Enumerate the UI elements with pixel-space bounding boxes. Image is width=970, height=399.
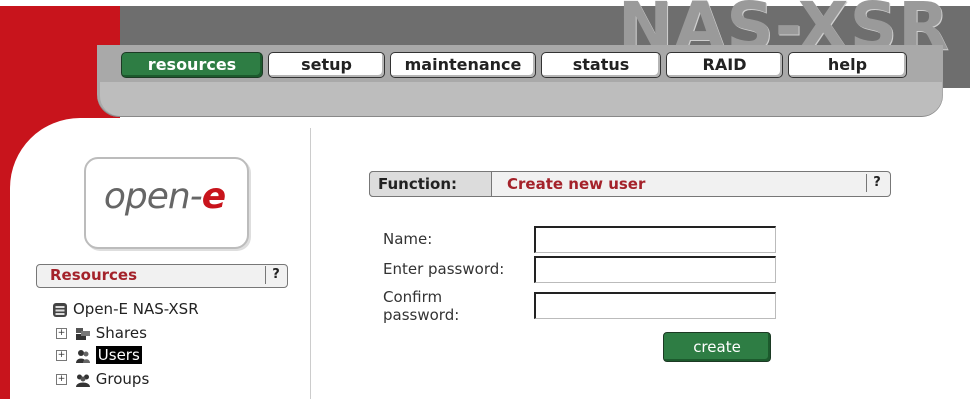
confirm-password-label: Confirm password: [383, 288, 459, 324]
name-label: Name: [383, 230, 433, 248]
tab-raid[interactable]: RAID [666, 52, 783, 78]
function-name: Create new user [507, 175, 646, 193]
shares-icon [75, 327, 90, 340]
resources-tree: Open-E NAS-XSR + Shares + Users + Groups [52, 298, 292, 394]
open-e-logo: open-e [84, 176, 245, 217]
tree-root-label: Open-E NAS-XSR [73, 300, 199, 318]
tree-item-label-selected: Users [95, 346, 142, 364]
logo-prefix: open- [103, 176, 203, 217]
tab-help[interactable]: help [788, 52, 907, 78]
groups-icon [75, 374, 90, 387]
name-input[interactable] [534, 226, 776, 253]
confirm-label-line1: Confirm [383, 288, 443, 306]
function-label: Function: [378, 175, 458, 193]
tab-setup[interactable]: setup [268, 52, 385, 78]
resources-help-button[interactable]: ? [265, 266, 286, 284]
server-icon [53, 302, 67, 317]
expand-icon[interactable]: + [56, 350, 67, 361]
password-label: Enter password: [383, 260, 505, 278]
tree-item-label: Groups [95, 370, 150, 388]
function-help-button[interactable]: ? [866, 174, 887, 192]
resources-title: Resources [50, 266, 138, 284]
expand-icon[interactable]: + [56, 328, 67, 339]
tab-strip-shadow [100, 82, 942, 116]
panel-divider [310, 128, 311, 399]
confirm-password-input[interactable] [534, 292, 776, 319]
tab-status[interactable]: status [541, 52, 661, 78]
tree-item-users[interactable]: + Users [56, 344, 142, 366]
create-button[interactable]: create [663, 332, 771, 362]
tab-maintenance[interactable]: maintenance [390, 52, 536, 78]
logo-accent: e [201, 176, 226, 217]
tree-item-label: Shares [95, 324, 147, 342]
confirm-label-line2: password: [383, 306, 460, 324]
tab-resources[interactable]: resources [121, 52, 263, 78]
tree-item-groups[interactable]: + Groups [56, 368, 149, 390]
users-icon [75, 349, 90, 363]
expand-icon[interactable]: + [56, 374, 67, 385]
tree-item-shares[interactable]: + Shares [56, 322, 147, 344]
tree-root[interactable]: Open-E NAS-XSR [52, 298, 199, 320]
password-input[interactable] [534, 256, 776, 283]
